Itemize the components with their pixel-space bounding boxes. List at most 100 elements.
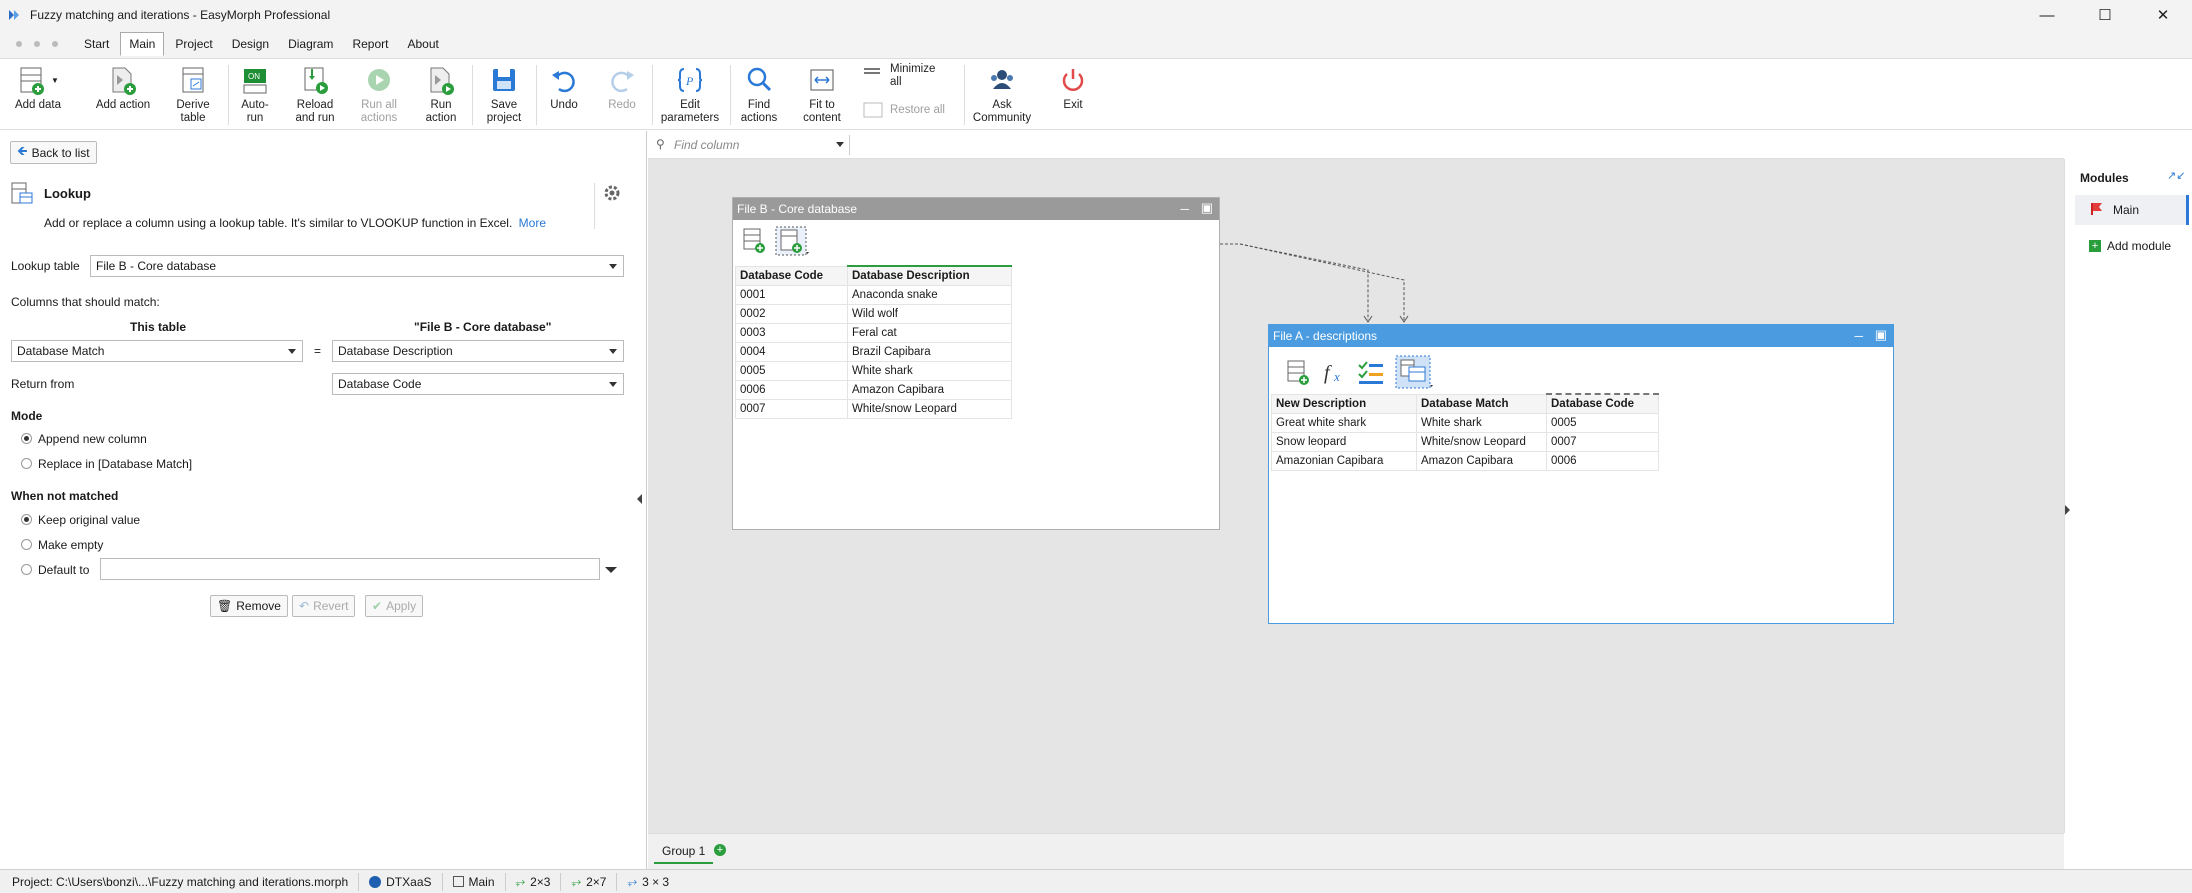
lookup-table-select[interactable]: File B - Core database [90, 255, 624, 277]
table-cell[interactable]: 0006 [1546, 450, 1659, 471]
column-header[interactable]: Database Description [847, 265, 1012, 286]
make-empty-radio[interactable] [21, 539, 32, 550]
exit-button[interactable]: Exit [1052, 63, 1094, 112]
remove-button[interactable]: 🗑 Remove [210, 595, 288, 617]
reload-and-run-button[interactable]: Reload and run [290, 63, 340, 125]
table-cell[interactable]: 0007 [735, 398, 848, 419]
find-actions-button[interactable]: Find actions [738, 63, 780, 125]
run-all-actions-button[interactable]: Run all actions [354, 63, 404, 125]
table-cell[interactable]: Amazonian Capibara [1271, 450, 1417, 471]
maximize-table-icon[interactable]: ▣ [1875, 327, 1887, 343]
column-header[interactable]: Database Code [735, 265, 848, 286]
menu-about[interactable]: About [399, 33, 446, 55]
table-row[interactable]: 0002 Wild wolf [735, 303, 1012, 324]
table-cell[interactable]: White/snow Leopard [847, 398, 1012, 419]
expand-panel-icon[interactable] [2065, 505, 2070, 515]
ask-community-button[interactable]: Ask Community [972, 63, 1032, 125]
redo-button[interactable]: Redo [602, 63, 642, 112]
table-cell[interactable]: Amazon Capibara [847, 379, 1012, 400]
more-link[interactable]: More [519, 216, 546, 230]
find-column-input[interactable]: Find column [674, 138, 739, 152]
table-row[interactable]: Great white shark White shark 0005 [1271, 412, 1659, 433]
close-window-icon[interactable]: ✕ [2134, 0, 2192, 30]
table-window-file-a[interactable]: File A - descriptions ─ ▣ fx New Descrip… [1268, 324, 1894, 624]
minimize-all-button[interactable]: Minimize all [862, 63, 958, 89]
table-cell[interactable]: Anaconda snake [847, 284, 1012, 305]
revert-button[interactable]: ↶ Revert [292, 595, 356, 617]
minimize-window-icon[interactable]: — [2018, 0, 2076, 30]
table-window-header[interactable]: File A - descriptions ─ ▣ [1269, 325, 1893, 347]
rules-icon[interactable] [1357, 358, 1385, 386]
add-data-button[interactable]: ▼ Add data [10, 63, 66, 112]
add-group-icon[interactable]: + [714, 844, 726, 856]
table-cell[interactable]: White shark [847, 360, 1012, 381]
table-cell[interactable]: 0006 [735, 379, 848, 400]
edit-parameters-button[interactable]: P Edit parameters [660, 63, 720, 125]
derive-table-icon[interactable] [775, 226, 811, 256]
collapse-panel-icon[interactable] [637, 494, 642, 504]
table-cell[interactable]: Feral cat [847, 322, 1012, 343]
table-cell[interactable]: Amazon Capibara [1416, 450, 1547, 471]
back-to-list-button[interactable]: 🡸 Back to list [10, 141, 97, 164]
table-cell[interactable]: White/snow Leopard [1416, 431, 1547, 452]
module-item-main[interactable]: Main [2075, 195, 2189, 225]
status-module[interactable]: Main [443, 872, 506, 891]
table-row[interactable]: 0004 Brazil Capibara [735, 341, 1012, 362]
default-to-input[interactable] [100, 558, 600, 580]
table-row[interactable]: Snow leopard White/snow Leopard 0007 [1271, 431, 1659, 452]
restore-all-button[interactable]: Restore all [862, 101, 958, 119]
table-cell[interactable]: Snow leopard [1271, 431, 1417, 452]
table-row[interactable]: 0005 White shark [735, 360, 1012, 381]
menu-start[interactable]: Start [76, 33, 117, 55]
maximize-table-icon[interactable]: ▣ [1201, 200, 1213, 216]
table-row[interactable]: 0003 Feral cat [735, 322, 1012, 343]
table-window-header[interactable]: File B - Core database ─ ▣ [733, 198, 1219, 220]
chevron-down-icon[interactable] [836, 142, 844, 147]
run-action-button[interactable]: Run action [418, 63, 464, 125]
function-icon[interactable]: fx [1321, 358, 1347, 386]
table-cell[interactable]: 0001 [735, 284, 848, 305]
minimize-table-icon[interactable]: ─ [1854, 329, 1863, 343]
status-dtxaas[interactable]: DTXaaS [359, 872, 443, 891]
tab-group-1[interactable]: Group 1 [654, 840, 714, 864]
table-row[interactable]: 0001 Anaconda snake [735, 284, 1012, 305]
mode-replace-radio[interactable] [21, 458, 32, 469]
menu-diagram[interactable]: Diagram [280, 33, 341, 55]
table-cell[interactable]: Wild wolf [847, 303, 1012, 324]
settings-gear-icon[interactable] [602, 183, 622, 206]
table-row[interactable]: Amazonian Capibara Amazon Capibara 0006 [1271, 450, 1659, 471]
add-data-icon[interactable] [1285, 358, 1311, 386]
menu-main[interactable]: Main [120, 32, 165, 56]
table-cell[interactable]: 0007 [1546, 431, 1659, 452]
menu-project[interactable]: Project [167, 33, 220, 55]
collapse-modules-icon[interactable]: ↗↙ [2167, 169, 2185, 182]
table-cell[interactable]: Brazil Capibara [847, 341, 1012, 362]
menu-design[interactable]: Design [224, 33, 277, 55]
minimize-table-icon[interactable]: ─ [1180, 202, 1189, 216]
default-to-radio[interactable] [21, 564, 32, 575]
add-module-button[interactable]: + Add module [2089, 239, 2171, 253]
table-row[interactable]: 0006 Amazon Capibara [735, 379, 1012, 400]
table-cell[interactable]: 0002 [735, 303, 848, 324]
derive-table-button[interactable]: Derive table [170, 63, 216, 125]
table-cell[interactable]: 0005 [735, 360, 848, 381]
add-data-icon[interactable] [741, 226, 767, 254]
maximize-window-icon[interactable]: ☐ [2076, 0, 2134, 30]
return-from-select[interactable]: Database Code [332, 373, 624, 395]
table-cell[interactable]: White shark [1416, 412, 1547, 433]
undo-button[interactable]: Undo [544, 63, 584, 112]
apply-button[interactable]: ✔ Apply [365, 595, 424, 617]
mode-append-radio[interactable] [21, 433, 32, 444]
table-cell[interactable]: Great white shark [1271, 412, 1417, 433]
table-row[interactable]: 0007 White/snow Leopard [735, 398, 1012, 419]
add-action-button[interactable]: Add action [92, 63, 154, 112]
table-window-file-b[interactable]: File B - Core database ─ ▣ Database Code… [732, 197, 1220, 530]
auto-run-button[interactable]: ON Auto- run [234, 63, 276, 125]
column-header[interactable]: Database Code [1546, 393, 1659, 414]
fit-to-content-button[interactable]: Fit to content [800, 63, 844, 125]
table-cell[interactable]: 0005 [1546, 412, 1659, 433]
keep-original-radio[interactable] [21, 514, 32, 525]
lookup-icon[interactable] [1395, 355, 1435, 389]
table-cell[interactable]: 0003 [735, 322, 848, 343]
default-to-dropdown-icon[interactable] [605, 567, 617, 573]
